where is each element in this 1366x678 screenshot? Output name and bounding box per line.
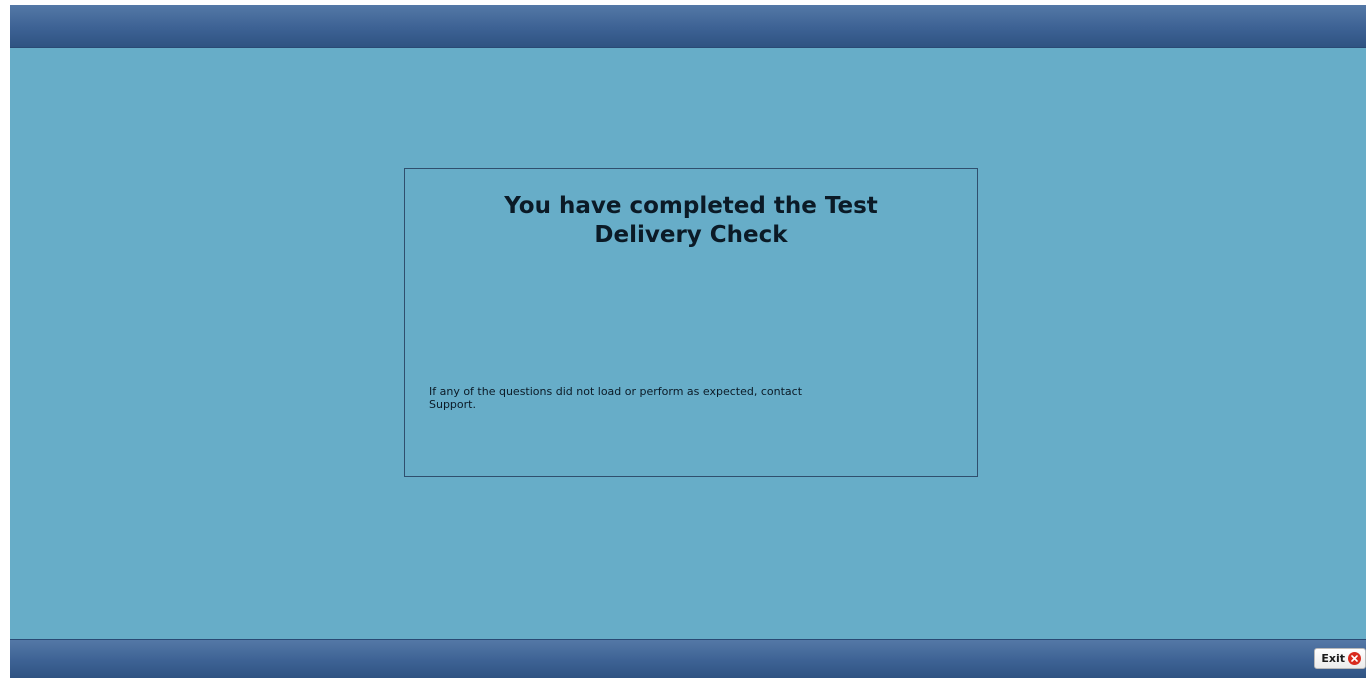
top-toolbar — [10, 5, 1366, 48]
support-message-line-1: If any of the questions did not load or … — [429, 385, 803, 398]
test-screen: You have completed the Test Delivery Che… — [10, 5, 1366, 678]
close-circle-icon — [1348, 652, 1361, 665]
support-message: If any of the questions did not load or … — [429, 385, 929, 411]
exit-button[interactable]: Exit — [1314, 648, 1366, 669]
completion-title: You have completed the Test Delivery Che… — [405, 192, 977, 250]
exit-button-label: Exit — [1321, 652, 1345, 665]
completion-panel: You have completed the Test Delivery Che… — [404, 168, 978, 477]
completion-title-line-2: Delivery Check — [594, 222, 788, 248]
support-message-line-2: Support. — [429, 398, 476, 411]
completion-title-line-1: You have completed the Test — [504, 193, 878, 219]
bottom-toolbar: Exit — [10, 639, 1366, 678]
